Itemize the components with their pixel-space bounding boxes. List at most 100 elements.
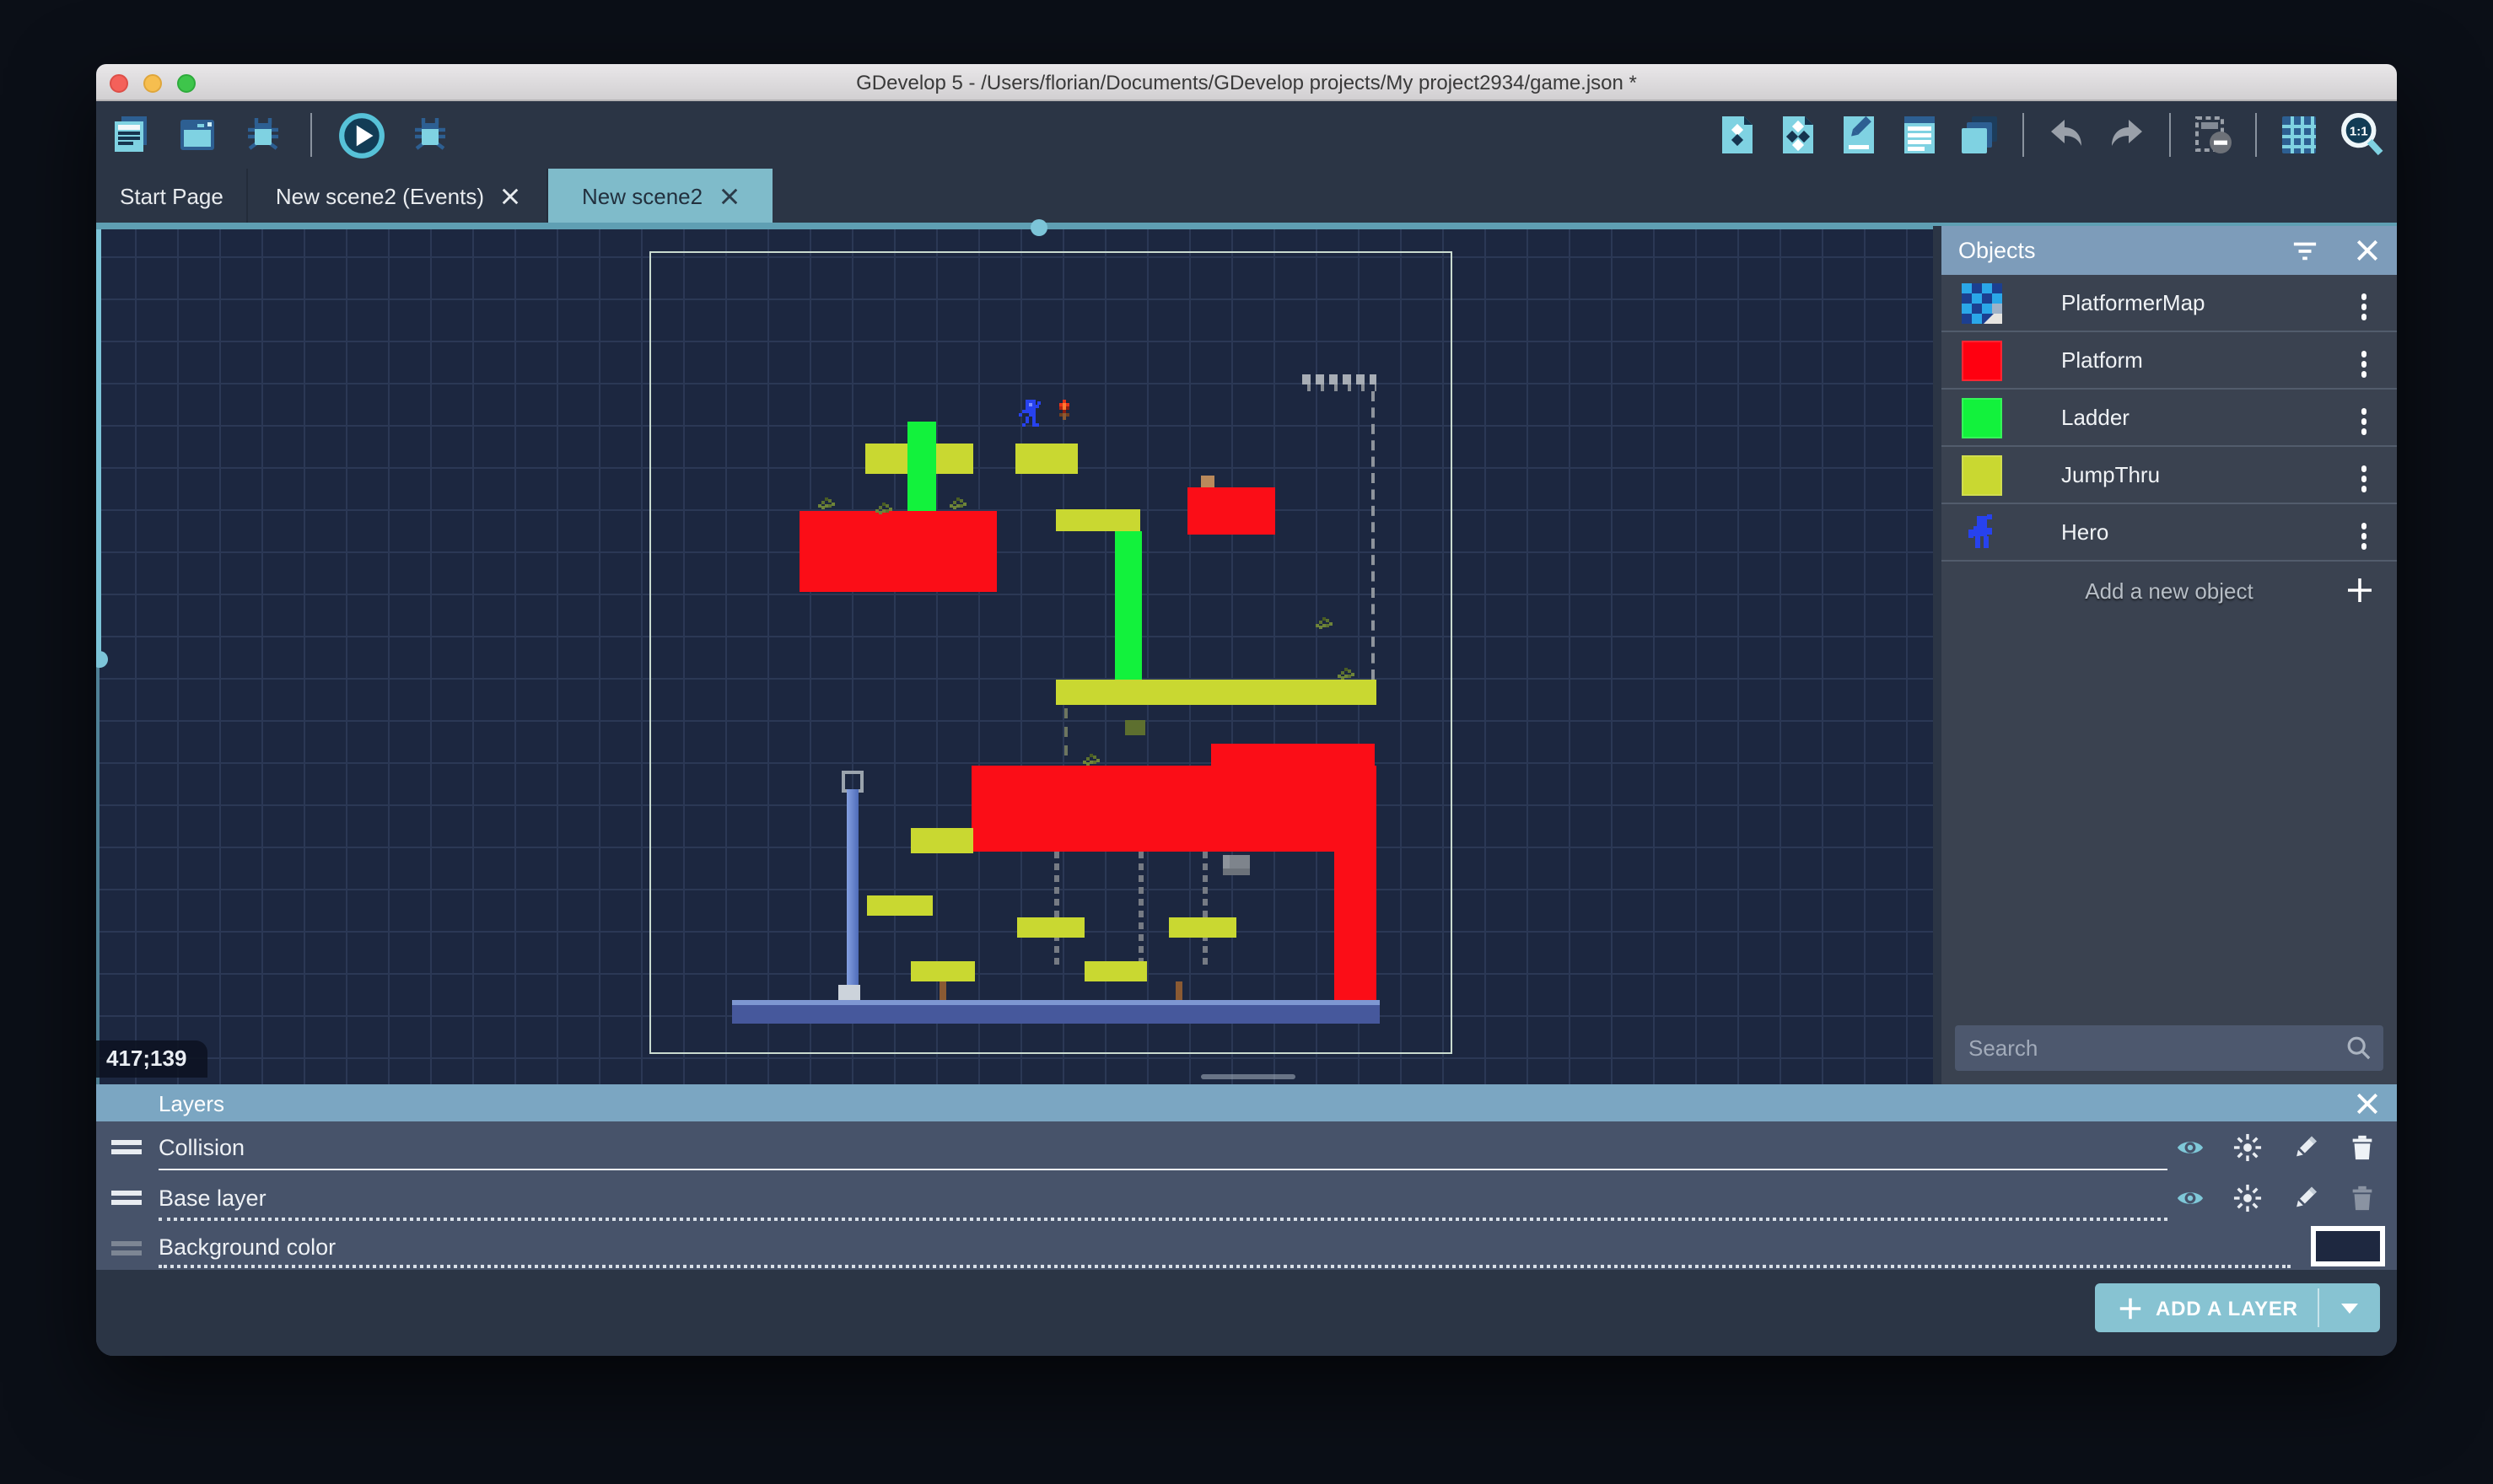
close-panel-icon[interactable] [2355, 238, 2380, 263]
redo-icon[interactable] [2105, 113, 2149, 157]
scene-boot-instance[interactable] [838, 985, 860, 1002]
debug-icon[interactable] [241, 113, 285, 157]
scene-ladder-instance[interactable] [1115, 531, 1142, 680]
scene-jumpthru-instance[interactable] [1169, 917, 1236, 938]
layer-row-background-color[interactable]: Background color [96, 1223, 2397, 1270]
filter-icon[interactable] [2292, 238, 2318, 263]
scene-grass-instance[interactable] [1338, 666, 1341, 669]
scene-post-instance[interactable] [1176, 981, 1182, 1000]
deselect-instances-icon[interactable] [2191, 113, 2235, 157]
scene-jumpthru-instance[interactable] [911, 961, 975, 981]
scene-chain-instance[interactable] [1054, 852, 1059, 970]
effects-icon[interactable] [2233, 1183, 2262, 1212]
project-manager-icon[interactable] [110, 113, 153, 157]
hero-instance[interactable] [1015, 400, 1019, 403]
scene-jumpthru-instance[interactable] [867, 895, 933, 916]
scene-chain-instance[interactable] [1139, 852, 1144, 970]
scene-post-instance[interactable] [940, 981, 946, 1000]
play-icon[interactable] [337, 110, 386, 159]
background-color-swatch[interactable] [2311, 1226, 2385, 1266]
tab-label: Start Page [120, 183, 223, 208]
object-menu-icon[interactable] [2361, 293, 2366, 299]
grid-icon[interactable] [2277, 113, 2321, 157]
decor-dashed-rope[interactable] [1371, 391, 1375, 680]
scene-grass-instance[interactable] [818, 496, 821, 499]
toolbar-separator [2255, 113, 2257, 157]
scene-canvas[interactable]: 417;139 [96, 229, 1933, 1084]
object-row-ladder[interactable]: Ladder [1941, 390, 2397, 447]
tab-new-scene2[interactable]: New scene2 [548, 169, 772, 223]
object-row-platformermap[interactable]: PlatformerMap [1941, 275, 2397, 332]
layer-row-base-layer[interactable]: Base layer [96, 1172, 2397, 1223]
torch-instance[interactable] [1056, 400, 1059, 403]
scene-jumpthru-instance[interactable] [1015, 444, 1078, 474]
drag-handle-icon[interactable] [111, 1241, 142, 1245]
visibility-icon[interactable] [2176, 1132, 2205, 1161]
scene-grass-instance[interactable] [875, 501, 879, 504]
object-row-platform[interactable]: Platform [1941, 332, 2397, 390]
layers-icon[interactable] [1958, 113, 2002, 157]
chevron-down-icon[interactable] [2341, 1304, 2358, 1314]
floor-instance[interactable] [732, 1000, 1380, 1024]
edit-icon[interactable] [2291, 1183, 2319, 1212]
scene-platform-instance[interactable] [972, 766, 1376, 852]
instances-list-icon[interactable] [1898, 113, 1941, 157]
object-menu-icon[interactable] [2361, 465, 2366, 471]
object-row-jumpthru[interactable]: JumpThru [1941, 447, 2397, 504]
plus-icon[interactable] [2346, 577, 2373, 604]
tab-new-scene2-events[interactable]: New scene2 (Events) [249, 169, 548, 223]
layer-row-collision[interactable]: Collision [96, 1121, 2397, 1172]
scene-brick-instance[interactable] [1223, 855, 1250, 875]
properties-icon[interactable] [1837, 113, 1881, 157]
scene-pole-instance[interactable] [847, 789, 859, 1002]
object-row-hero[interactable]: Hero [1941, 504, 2397, 562]
scene-window-icon[interactable] [175, 113, 219, 157]
object-menu-icon[interactable] [2361, 351, 2366, 357]
close-tab-icon[interactable] [501, 186, 520, 205]
trash-icon[interactable] [2348, 1183, 2377, 1212]
close-panel-icon[interactable] [2355, 1090, 2380, 1116]
minimize-window-button[interactable] [143, 73, 162, 92]
object-menu-icon[interactable] [2361, 408, 2366, 414]
scene-grass-instance[interactable] [1316, 616, 1319, 619]
scene-ladder-instance[interactable] [907, 422, 936, 511]
scene-jumpthru-instance[interactable] [1017, 917, 1085, 938]
scene-jumpthru-instance[interactable] [911, 828, 973, 853]
scene-grass-instance[interactable] [1083, 752, 1086, 755]
debug-preview-icon[interactable] [408, 113, 452, 157]
zoom-original-icon[interactable]: 1:1 [2338, 111, 2385, 159]
title-bar: GDevelop 5 - /Users/florian/Documents/GD… [96, 64, 2397, 101]
drag-handle-icon[interactable] [111, 1191, 142, 1195]
zoom-window-button[interactable] [177, 73, 196, 92]
objects-groups-icon[interactable] [1776, 113, 1820, 157]
scene-jumpthru-instance[interactable] [1085, 961, 1147, 981]
objects-search-input[interactable] [1955, 1035, 2383, 1061]
undo-icon[interactable] [2044, 113, 2088, 157]
close-tab-icon[interactable] [719, 186, 738, 205]
scene-jumpthru-instance[interactable] [1056, 680, 1376, 705]
add-layer-button[interactable]: ADD A LAYER [2095, 1283, 2380, 1332]
scene-grass-instance[interactable] [950, 496, 953, 499]
decor-hanging-platforms[interactable] [1302, 374, 1376, 391]
trash-icon[interactable] [2348, 1132, 2377, 1161]
scene-jumpthru-instance[interactable] [1056, 509, 1140, 531]
drag-handle-icon[interactable] [111, 1140, 142, 1144]
scene-platform-instance[interactable] [1211, 744, 1375, 767]
scene-platform-instance[interactable] [1187, 487, 1275, 535]
canvas-hscrollbar-thumb[interactable] [1201, 1074, 1295, 1079]
object-icon[interactable] [1715, 113, 1759, 157]
scene-platform-instance[interactable] [800, 511, 997, 592]
edit-icon[interactable] [2291, 1132, 2319, 1161]
add-object-row[interactable]: Add a new object [1941, 562, 2397, 619]
tab-start-page[interactable]: Start Page [96, 169, 249, 223]
visibility-icon[interactable] [2176, 1183, 2205, 1212]
object-menu-icon[interactable] [2361, 523, 2366, 529]
close-window-button[interactable] [110, 73, 128, 92]
scene-chain-instance[interactable] [1203, 852, 1208, 970]
scene-oblock-instance[interactable] [1125, 720, 1145, 735]
scene-dash2-instance[interactable] [1064, 708, 1068, 755]
resize-handle-left[interactable] [96, 651, 108, 668]
scene-platform-instance[interactable] [1334, 850, 1376, 1002]
resize-handle-top[interactable] [1031, 219, 1047, 236]
effects-icon[interactable] [2233, 1132, 2262, 1161]
